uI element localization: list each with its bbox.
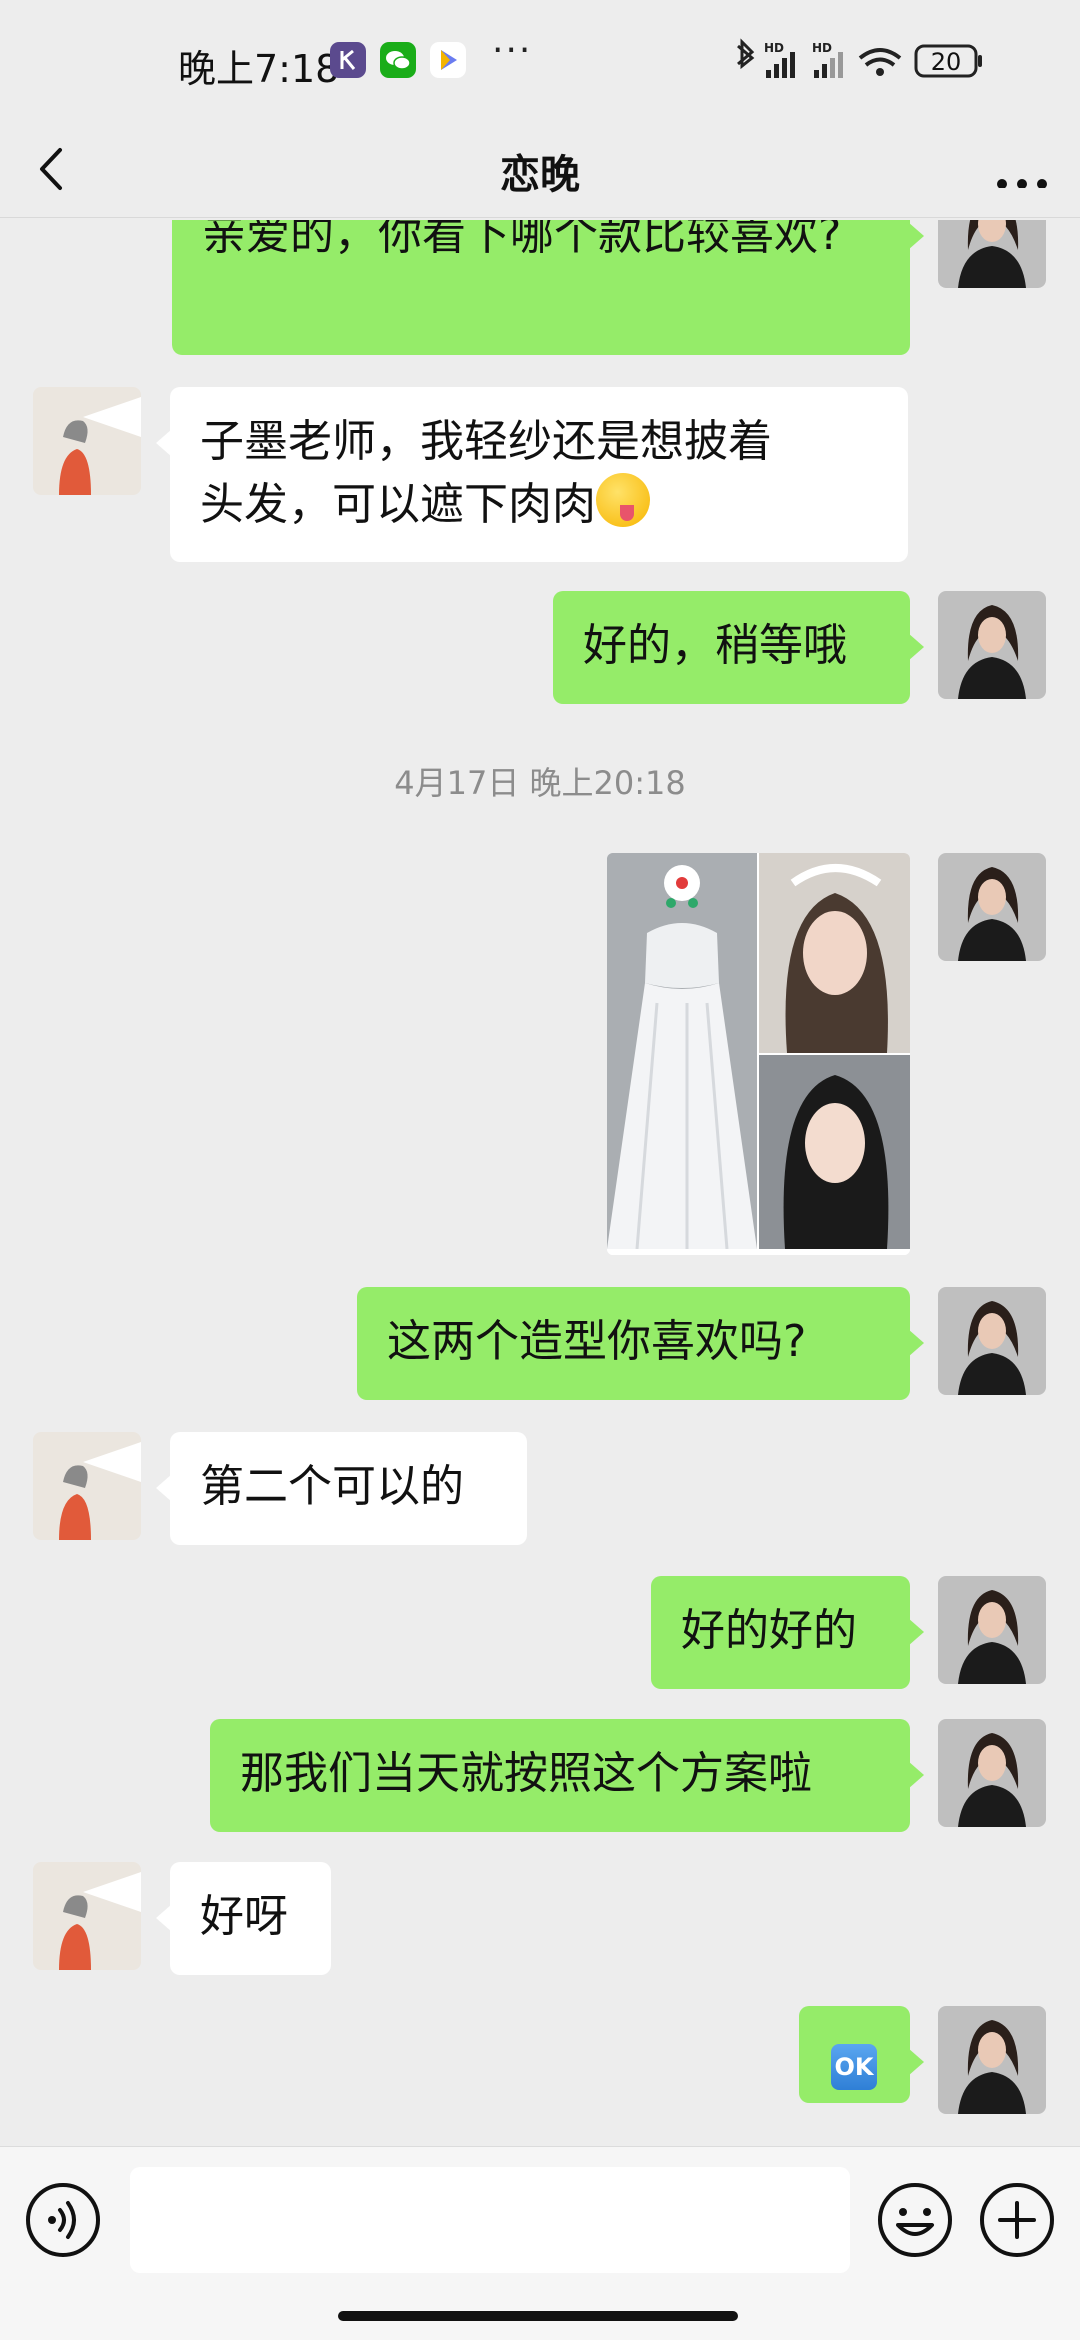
message-sent[interactable]: OK: [799, 2006, 924, 2103]
avatar-self[interactable]: [938, 1287, 1046, 1395]
avatar-self[interactable]: [938, 1719, 1046, 1827]
message-received[interactable]: 子墨老师，我轻纱还是想披着 头发，可以遮下肉肉: [156, 387, 908, 562]
plus-icon[interactable]: [978, 2181, 1056, 2259]
chat-header: 恋晚: [0, 120, 1080, 218]
message-text-line1: 子墨老师，我轻纱还是想披着: [200, 416, 772, 467]
smiley-icon[interactable]: [876, 2181, 954, 2259]
app-k-icon: [330, 42, 366, 78]
avatar-contact[interactable]: [33, 387, 141, 495]
status-bar: 晚上7:18 ··· HD HD 20: [0, 0, 1080, 120]
play-store-icon: [430, 42, 466, 78]
avatar-self[interactable]: [938, 853, 1046, 961]
message-received[interactable]: 第二个可以的: [156, 1432, 527, 1545]
more-dots-icon[interactable]: [992, 148, 1052, 188]
svg-text:HD: HD: [812, 41, 832, 55]
wechat-icon: [380, 42, 416, 78]
message-input[interactable]: [130, 2167, 850, 2273]
message-sent[interactable]: 好的好的: [651, 1576, 924, 1689]
voice-icon[interactable]: [24, 2181, 102, 2259]
message-text: 好的好的: [681, 1605, 857, 1656]
ok-emoji-icon: OK: [831, 2044, 877, 2090]
battery-level: 20: [930, 48, 962, 76]
message-sent[interactable]: 好的，稍等哦: [553, 591, 924, 704]
message-sent[interactable]: 那我们当天就按照这个方案啦: [210, 1719, 924, 1832]
home-indicator[interactable]: [338, 2311, 738, 2321]
message-text: 好的，稍等哦: [583, 620, 847, 671]
image-message[interactable]: [607, 853, 910, 1255]
svg-text:HD: HD: [764, 41, 784, 55]
avatar-self[interactable]: [938, 1576, 1046, 1684]
chat-title: 恋晚: [500, 152, 580, 198]
timestamp: 4月17日 晚上20:18: [394, 764, 686, 802]
avatar-self[interactable]: [938, 2006, 1046, 2114]
message-text: 那我们当天就按照这个方案啦: [240, 1748, 812, 1799]
message-text: 第二个可以的: [200, 1461, 464, 1512]
avatar-contact[interactable]: [33, 1432, 141, 1540]
status-more: ···: [492, 30, 533, 71]
message-text-line2: 头发，可以遮下肉肉: [200, 479, 596, 530]
message-received[interactable]: 好呀: [156, 1862, 331, 1975]
status-indicators-icon: HD HD: [737, 38, 982, 78]
winking-tongue-emoji-icon: [596, 473, 650, 527]
message-sent[interactable]: 这两个造型你喜欢吗?: [357, 1287, 924, 1400]
avatar-contact[interactable]: [33, 1862, 141, 1970]
avatar-self[interactable]: [938, 591, 1046, 699]
message-text: 好呀: [200, 1891, 288, 1942]
status-time: 晚上7:18: [178, 47, 340, 91]
message-text: 这两个造型你喜欢吗?: [387, 1316, 807, 1367]
